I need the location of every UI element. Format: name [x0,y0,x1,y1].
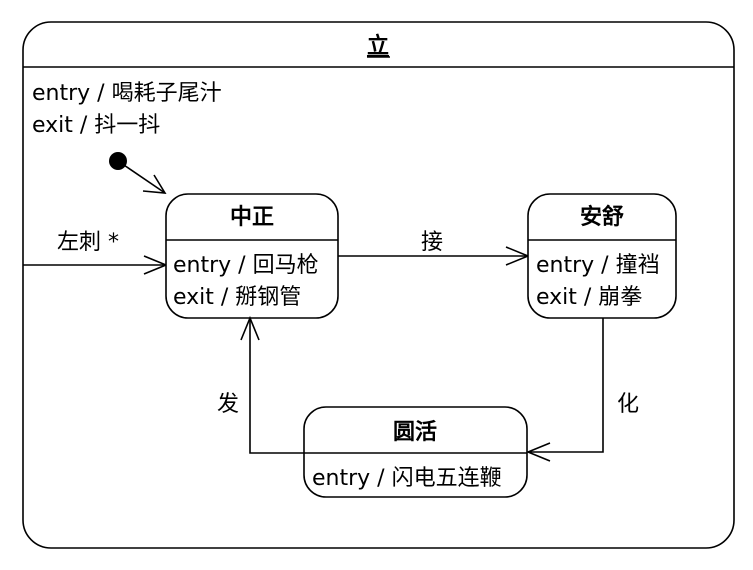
state-anshu[interactable]: 安舒 entry / 撞裆 exit / 崩拳 [527,193,677,319]
state-yuanhuo[interactable]: 圆活 entry / 闪电五连鞭 [303,406,528,498]
transition-label: 发 [217,392,239,417]
state-name: 安舒 [580,204,624,230]
state-name: 中正 [230,205,274,230]
state-exit-action: exit / 崩拳 [536,285,642,310]
state-entry-action: entry / 撞裆 [536,253,660,278]
state-name: 圆活 [393,420,437,445]
transition-label: 左刺 * [57,230,119,255]
state-entry-action: entry / 闪电五连鞭 [312,466,502,491]
composite-exit-action: exit / 抖一抖 [32,113,160,138]
transition-label: 接 [421,230,443,255]
state-entry-action: entry / 回马枪 [173,253,319,278]
transition-label: 化 [617,392,639,417]
state-exit-action: exit / 掰钢管 [173,285,301,310]
composite-state-title: 立 [367,33,389,59]
state-diagram: 立 entry / 喝耗子尾汁 exit / 抖一抖 左刺 * 中正 entry… [22,21,735,549]
composite-entry-action: entry / 喝耗子尾汁 [32,81,222,106]
state-zhongzheng[interactable]: 中正 entry / 回马枪 exit / 掰钢管 [165,193,339,319]
